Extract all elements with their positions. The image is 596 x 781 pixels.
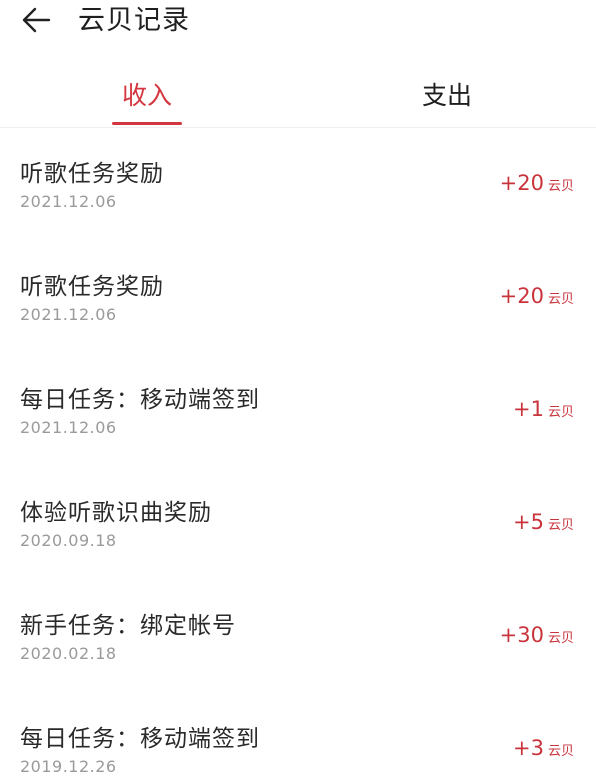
page-title: 云贝记录 bbox=[78, 5, 190, 36]
record-date: 2020.02.18 bbox=[20, 644, 117, 663]
amount-value: +1 bbox=[513, 397, 544, 421]
record-amount: +1 云贝 bbox=[513, 397, 574, 421]
top-bar: 云贝记录 bbox=[0, 0, 596, 48]
record-title: 听歌任务奖励 bbox=[20, 161, 164, 187]
record-title: 新手任务：绑定帐号 bbox=[20, 613, 236, 639]
list-item[interactable]: 每日任务：移动端签到 2021.12.06 +1 云贝 bbox=[0, 354, 596, 467]
amount-unit: 云贝 bbox=[547, 179, 574, 194]
arrow-left-icon bbox=[22, 7, 51, 33]
amount-unit: 云贝 bbox=[547, 631, 574, 646]
active-tab-indicator bbox=[112, 122, 182, 125]
record-amount: +3 云贝 bbox=[513, 736, 574, 760]
list-item[interactable]: 体验听歌识曲奖励 2020.09.18 +5 云贝 bbox=[0, 467, 596, 580]
record-title: 听歌任务奖励 bbox=[20, 274, 164, 300]
amount-value: +20 bbox=[499, 171, 544, 195]
list-item[interactable]: 每日任务：移动端签到 2019.12.26 +3 云贝 bbox=[0, 693, 596, 781]
list-item[interactable]: 听歌任务奖励 2021.12.06 +20 云贝 bbox=[0, 241, 596, 354]
record-date: 2021.12.06 bbox=[20, 305, 117, 324]
tab-income[interactable]: 收入 bbox=[112, 74, 182, 124]
amount-value: +3 bbox=[513, 736, 544, 760]
record-title: 体验听歌识曲奖励 bbox=[20, 500, 212, 526]
list-item[interactable]: 听歌任务奖励 2021.12.06 +20 云贝 bbox=[0, 128, 596, 241]
amount-unit: 云贝 bbox=[547, 518, 574, 533]
record-date: 2020.09.18 bbox=[20, 531, 117, 550]
amount-unit: 云贝 bbox=[547, 405, 574, 420]
tab-expense[interactable]: 支出 bbox=[412, 74, 482, 124]
tab-bar: 收入 支出 bbox=[0, 64, 596, 128]
record-amount: +5 云贝 bbox=[513, 510, 574, 534]
amount-value: +5 bbox=[513, 510, 544, 534]
back-button[interactable] bbox=[18, 2, 54, 38]
record-amount: +20 云贝 bbox=[500, 284, 574, 308]
amount-value: +20 bbox=[499, 284, 544, 308]
record-title: 每日任务：移动端签到 bbox=[20, 387, 260, 413]
record-date: 2019.12.26 bbox=[20, 757, 117, 776]
amount-value: +30 bbox=[499, 623, 544, 647]
list-item[interactable]: 新手任务：绑定帐号 2020.02.18 +30 云贝 bbox=[0, 580, 596, 693]
record-amount: +20 云贝 bbox=[500, 171, 574, 195]
record-title: 每日任务：移动端签到 bbox=[20, 726, 260, 752]
record-date: 2021.12.06 bbox=[20, 192, 117, 211]
amount-unit: 云贝 bbox=[547, 292, 574, 307]
record-amount: +30 云贝 bbox=[500, 623, 574, 647]
record-date: 2021.12.06 bbox=[20, 418, 117, 437]
amount-unit: 云贝 bbox=[547, 744, 574, 759]
